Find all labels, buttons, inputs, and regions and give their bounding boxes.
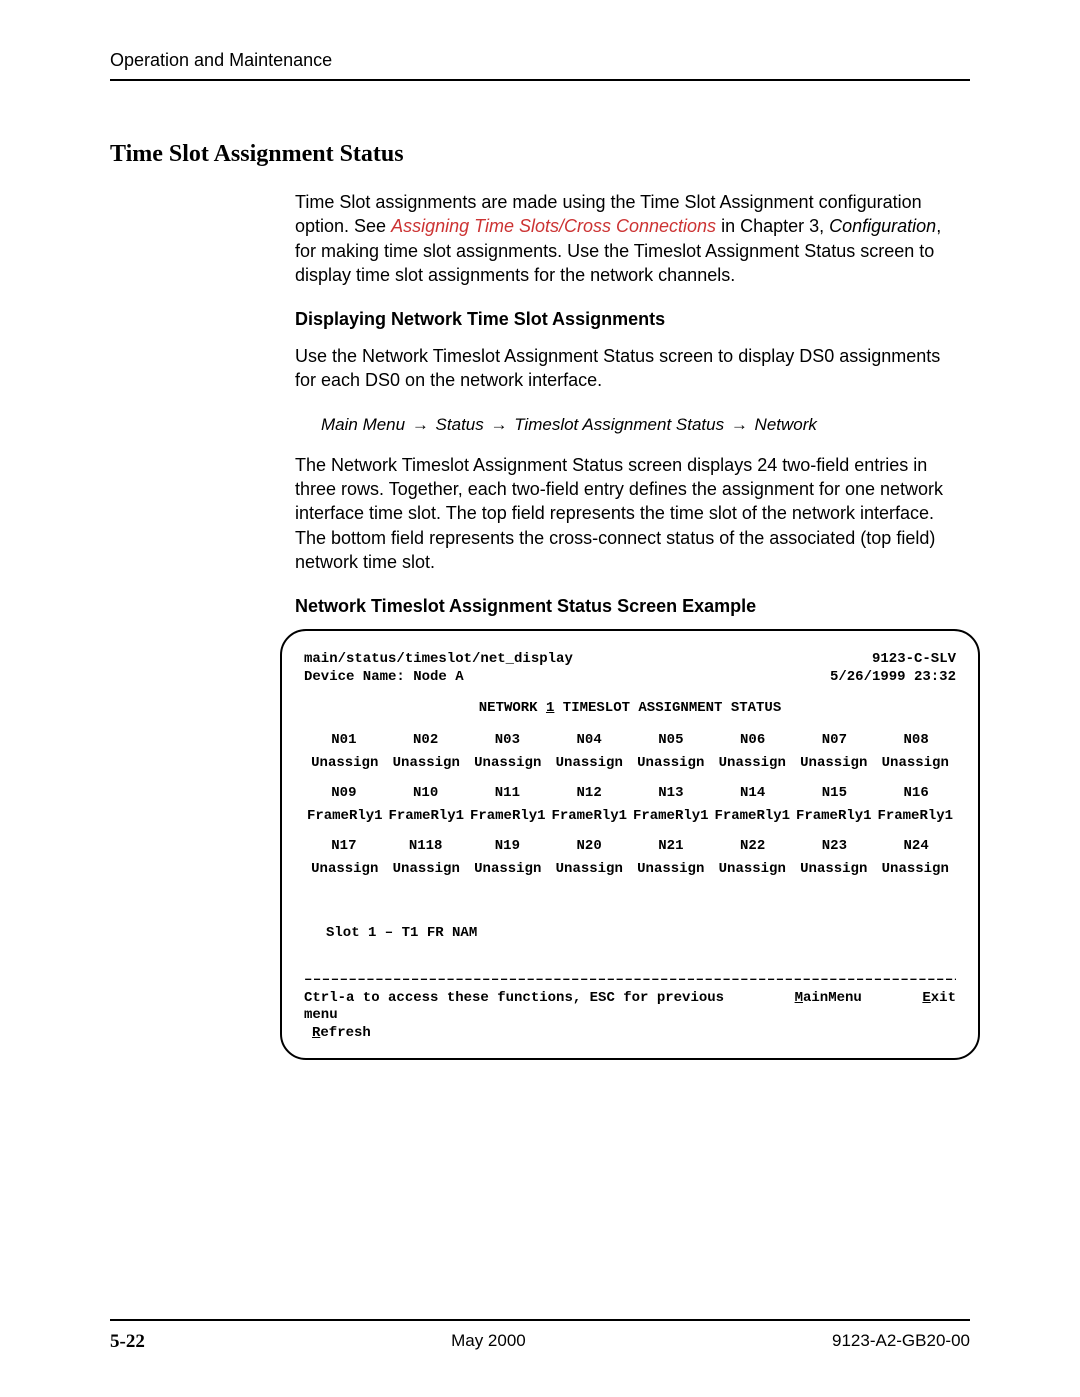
slot-label: N14 [713, 785, 793, 803]
page-footer: 5-22 May 2000 9123-A2-GB20-00 [110, 1319, 970, 1353]
term-title: NETWORK 1 TIMESLOT ASSIGNMENT STATUS [304, 700, 956, 718]
slot-label: N07 [795, 732, 875, 750]
slot-label: N13 [631, 785, 711, 803]
slot-label: N12 [549, 785, 629, 803]
screen-example-title: Network Timeslot Assignment Status Scree… [295, 596, 960, 617]
slot-label: N20 [549, 838, 629, 856]
slot-label: N08 [876, 732, 956, 750]
slot-row-3-labels: N17 N118 N19 N20 N21 N22 N23 N24 [304, 838, 956, 856]
slot-label: N21 [631, 838, 711, 856]
slot-value: Unassign [712, 755, 794, 773]
page-header: Operation and Maintenance [110, 50, 970, 81]
footer-docid: 9123-A2-GB20-00 [832, 1331, 970, 1353]
slot-value: Unassign [875, 861, 957, 879]
slot-label: N16 [876, 785, 956, 803]
slot-value: FrameRly1 [467, 808, 549, 826]
exit-key: E [922, 990, 930, 1006]
separator: ––––––––––––––––––––––––––––––––––––––––… [304, 972, 956, 990]
slot-label: N24 [876, 838, 956, 856]
intro-text-b: in Chapter 3, [716, 216, 829, 236]
term-title-a: NETWORK [479, 700, 546, 716]
arrow-icon: → [729, 415, 750, 434]
mainmenu-key: M [795, 990, 803, 1006]
nav-b: Status [431, 415, 489, 434]
term-path: main/status/timeslot/net_display [304, 651, 573, 669]
term-datetime: 5/26/1999 23:32 [830, 669, 956, 687]
slot-value: FrameRly1 [630, 808, 712, 826]
slot-row-2-labels: N09 N10 N11 N12 N13 N14 N15 N16 [304, 785, 956, 803]
section-title: Time Slot Assignment Status [110, 141, 970, 168]
slot-value: Unassign [467, 755, 549, 773]
sub1-para2: The Network Timeslot Assignment Status s… [295, 453, 960, 574]
slot-value: Unassign [304, 861, 386, 879]
arrow-icon: → [488, 415, 509, 434]
slot-label: N11 [468, 785, 548, 803]
slot-row-2-values: FrameRly1 FrameRly1 FrameRly1 FrameRly1 … [304, 808, 956, 826]
menu-path: Main Menu → Status → Timeslot Assignment… [321, 415, 960, 435]
footer-date: May 2000 [451, 1331, 526, 1353]
slot-value: FrameRly1 [549, 808, 631, 826]
slot-label: N15 [795, 785, 875, 803]
slot-value: FrameRly1 [304, 808, 386, 826]
slot-label: N04 [549, 732, 629, 750]
subsection-heading: Displaying Network Time Slot Assignments [295, 309, 960, 330]
slot-value: Unassign [875, 755, 957, 773]
exit-rest: xit [931, 990, 956, 1006]
slot-row-3-values: Unassign Unassign Unassign Unassign Unas… [304, 861, 956, 879]
nav-d: Network [750, 415, 817, 434]
slot-value: Unassign [467, 861, 549, 879]
intro-chapter: Configuration [829, 216, 936, 236]
slot-value: Unassign [630, 861, 712, 879]
slot-label: N02 [386, 732, 466, 750]
term-device-name: Device Name: Node A [304, 669, 464, 687]
slot-value: FrameRly1 [712, 808, 794, 826]
cross-ref-link[interactable]: Assigning Time Slots/Cross Connections [391, 216, 716, 236]
mainmenu-rest: ainMenu [803, 990, 862, 1006]
slot-value: FrameRly1 [386, 808, 468, 826]
terminal-screen: main/status/timeslot/net_display 9123-C-… [280, 629, 980, 1060]
nav-c: Timeslot Assignment Status [509, 415, 728, 434]
slot-value: Unassign [304, 755, 386, 773]
slot-label: N03 [468, 732, 548, 750]
slot-label: N118 [386, 838, 466, 856]
slot-value: Unassign [386, 755, 468, 773]
nav-a: Main Menu [321, 415, 410, 434]
slot-value: Unassign [793, 755, 875, 773]
slot-label: N23 [795, 838, 875, 856]
term-title-b: TIMESLOT ASSIGNMENT STATUS [554, 700, 781, 716]
exit-button[interactable]: Exit [922, 990, 956, 1008]
slot-value: FrameRly1 [793, 808, 875, 826]
term-model: 9123-C-SLV [872, 651, 956, 669]
slot-value: Unassign [549, 755, 631, 773]
slot-label: N19 [468, 838, 548, 856]
slot-value: FrameRly1 [875, 808, 957, 826]
refresh-button[interactable]: Refresh [312, 1025, 734, 1043]
footer-hint: Ctrl-a to access these functions, ESC fo… [304, 990, 734, 1025]
slot-value: Unassign [549, 861, 631, 879]
slot-value: Unassign [712, 861, 794, 879]
slot-value: Unassign [386, 861, 468, 879]
slot-label: N10 [386, 785, 466, 803]
intro-paragraph: Time Slot assignments are made using the… [295, 190, 960, 287]
refresh-rest: efresh [320, 1025, 370, 1041]
slot-label: N22 [713, 838, 793, 856]
sub1-para1: Use the Network Timeslot Assignment Stat… [295, 344, 960, 393]
slot-label: N01 [304, 732, 384, 750]
slot-label: N05 [631, 732, 711, 750]
slot-row-1-labels: N01 N02 N03 N04 N05 N06 N07 N08 [304, 732, 956, 750]
mainmenu-button[interactable]: MainMenu [795, 990, 862, 1008]
page-number: 5-22 [110, 1331, 145, 1353]
slot-info: Slot 1 – T1 FR NAM [326, 925, 956, 943]
slot-value: Unassign [630, 755, 712, 773]
slot-value: Unassign [793, 861, 875, 879]
slot-label: N09 [304, 785, 384, 803]
arrow-icon: → [410, 415, 431, 434]
slot-label: N06 [713, 732, 793, 750]
slot-label: N17 [304, 838, 384, 856]
slot-row-1-values: Unassign Unassign Unassign Unassign Unas… [304, 755, 956, 773]
